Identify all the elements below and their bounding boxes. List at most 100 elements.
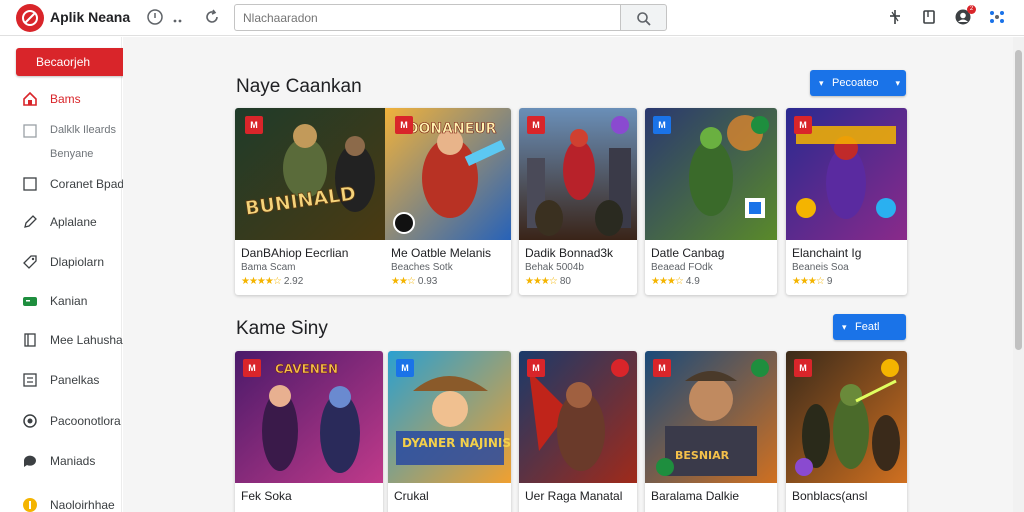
chevron-down-icon: ▾ (895, 78, 900, 88)
notification-badge: 2 (967, 5, 976, 14)
play-icon[interactable] (393, 212, 415, 234)
game-publisher: Bama Scam (241, 262, 296, 273)
sidebar-item-label: Pacoonotlora (50, 414, 121, 428)
rating-value: 9 (826, 276, 833, 287)
refresh-icon[interactable] (203, 8, 223, 28)
section-action-label: Featl (855, 321, 880, 333)
game-title: Dadik Bonnad3k (525, 246, 614, 260)
game-card[interactable]: DYANER NAJINIS M Crukal (388, 351, 511, 512)
achievement-icon (611, 116, 629, 134)
achievement-icon (611, 359, 629, 377)
chevron-down-icon: ▾ (819, 78, 824, 88)
game-title: Crukal (394, 489, 429, 503)
cover-title-text: BESNIAR (675, 449, 730, 462)
search-input[interactable] (234, 4, 620, 31)
rating-badge-icon: M (653, 359, 671, 377)
sidebar-item-label: Dalklk Ileards (50, 124, 117, 136)
game-card[interactable]: CAVENEN M Fek Soka (235, 351, 383, 512)
search-icon (637, 12, 651, 26)
star-icon: ★★☆ (391, 276, 416, 287)
game-title: Datle Canbag (651, 246, 725, 260)
game-card[interactable]: M Datle Canbag Beaead FOdk ★★★☆ 4.9 (645, 108, 777, 295)
history-icon[interactable] (146, 8, 166, 28)
achievement-icon (881, 359, 899, 377)
book-icon (24, 333, 36, 347)
settings-icon (23, 414, 37, 428)
rating-badge-icon: M (245, 116, 263, 134)
game-rating: ★★★☆ 80 (525, 276, 571, 287)
section-action-button[interactable]: ▾ Pecoateo ▾ (810, 70, 906, 96)
game-card[interactable]: BUNINALD DOONANEUR M M DanBAhiop Eecrlia… (235, 108, 511, 295)
sidebar-item-label: Dlapiolarn (50, 255, 105, 269)
scrollbar-thumb[interactable] (1015, 50, 1022, 350)
rating-badge-icon: M (395, 116, 413, 134)
sidebar-item-label: Maniads (50, 454, 96, 468)
game-title: Elanchaint Ig (792, 246, 862, 260)
rating-value: 0.93 (417, 276, 438, 287)
game-card[interactable]: M Uer Raga Manatal (519, 351, 637, 512)
more-dots-icon[interactable] (172, 12, 192, 32)
cover-title-text: DYANER NAJINIS (402, 436, 511, 450)
rating-value: 80 (559, 276, 571, 287)
game-card[interactable]: M Bonblacs(ansl (786, 351, 907, 512)
sidebar-item-label: Aplalane (50, 215, 97, 229)
home-icon (23, 91, 37, 106)
sidebar-item-label: Coranet Bpadid (50, 177, 134, 191)
checkbox-icon (23, 124, 37, 138)
search-button[interactable] (620, 4, 667, 31)
rating-badge-icon: M (794, 359, 812, 377)
section-title: Naye Caankan (236, 76, 362, 97)
game-title: Baralama Dalkie (651, 489, 740, 503)
sidebar: Becaorjeh Bams Dalklk Ileards Benyane Co… (0, 37, 173, 512)
game-rating: ★★★☆ 4.9 (651, 276, 700, 287)
pencil-icon (24, 215, 37, 228)
main-content: Naye Caankan ▾ Pecoateo ▾ BUNINALD DOONA… (123, 37, 1013, 512)
section-action-button[interactable]: ▾ Featl (833, 314, 906, 340)
section-action-label: Pecoateo (832, 77, 879, 89)
achievement-icon (751, 116, 769, 134)
star-icon: ★★★☆ (651, 276, 684, 287)
rating-badge-icon: M (396, 359, 414, 377)
sidebar-item-label: Bams (50, 92, 81, 106)
star-icon: ★★★☆ (525, 276, 558, 287)
game-publisher: Beaead FOdk (651, 262, 713, 273)
game-title: Bonblacs(ansl (792, 489, 868, 503)
game-publisher: Behak 5004b (525, 262, 584, 273)
cover-title-text: CAVENEN (275, 362, 338, 376)
achievement-icon (751, 359, 769, 377)
game-cover-image: BUNINALD DOONANEUR (235, 108, 511, 240)
game-title: Me Oatble Melanis (391, 246, 492, 260)
section-title: Kame Siny (236, 318, 328, 339)
sidebar-item-label: Kanian (50, 294, 88, 308)
rating-badge-icon: M (653, 116, 671, 134)
rating-badge-icon: M (527, 116, 545, 134)
gamepad-icon (23, 297, 37, 306)
chat-icon (23, 455, 36, 467)
top-bar: Aplik Neana 2 (0, 0, 1024, 36)
sidebar-item-label: Naoloirhhae (50, 498, 115, 512)
game-card[interactable]: BESNIAR M Baralama Dalkie (645, 351, 777, 512)
tag-icon (23, 255, 37, 269)
rating-badge-icon: M (794, 116, 812, 134)
sidebar-item-label: Panelkas (50, 373, 100, 387)
game-publisher: Beaneis Soa (792, 262, 849, 273)
apps-grid-icon[interactable] (988, 8, 1008, 28)
pin-icon[interactable] (886, 8, 906, 28)
game-card[interactable]: M Dadik Bonnad3k Behak 5004b ★★★☆ 80 (519, 108, 637, 295)
document-icon[interactable] (920, 8, 940, 28)
rating-value: 2.92 (283, 276, 304, 287)
chevron-down-icon: ▾ (842, 322, 847, 332)
game-card[interactable]: M Elanchaint Ig Beaneis Soa ★★★☆ 9 (786, 108, 907, 295)
star-icon: ★★★☆ (792, 276, 825, 287)
app-logo-icon[interactable] (16, 4, 44, 32)
coin-icon (23, 498, 37, 512)
game-title: Fek Soka (241, 489, 292, 503)
sidebar-subitem-label[interactable]: Benyane (50, 148, 93, 160)
game-title: Uer Raga Manatal (525, 489, 623, 503)
rating-badge-icon: M (243, 359, 261, 377)
game-publisher: Beaches Sotk (391, 262, 453, 273)
star-icon: ★★★★☆ (241, 276, 282, 287)
rating-value: 4.9 (685, 276, 700, 287)
checkbox-icon (23, 177, 37, 191)
game-rating: ★★★☆ 9 (792, 276, 832, 287)
